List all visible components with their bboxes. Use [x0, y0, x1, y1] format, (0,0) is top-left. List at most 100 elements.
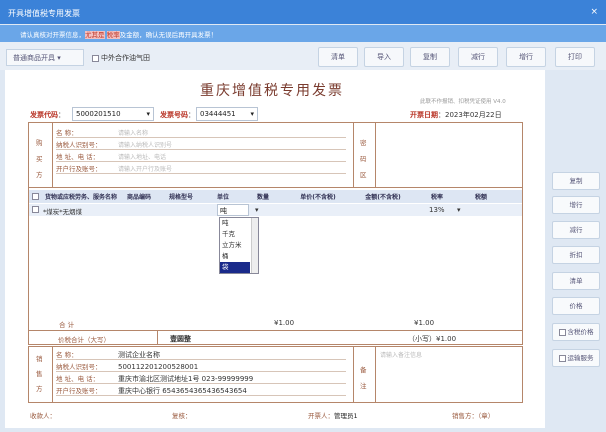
invoice-version: 此联不作报销、扣税凭证使用 V4.0	[420, 99, 506, 105]
invoice-code-group: 发票代码：	[30, 111, 65, 119]
info-bar: 请认真核对开票信息，尤其是 税率及金额，确认无误后再开具发票！	[0, 25, 606, 42]
transport-service-toggle[interactable]: 运输服务	[552, 349, 600, 367]
total-amount: ¥1.00	[274, 319, 295, 327]
seller-address: 重庆市渝北区测试地址1号 023-99999999	[118, 375, 254, 383]
col-name: 货物或应税劳务、服务名称	[44, 194, 117, 201]
code-label: 发票代码	[30, 111, 58, 119]
invoice-type-select[interactable]: 普通商品开具 ▾	[6, 49, 84, 66]
buyer-taxid-input[interactable]: 请输入纳税人识别号	[118, 142, 172, 149]
tax-rate-value[interactable]: 13%	[429, 206, 445, 214]
table-row[interactable]: *煤炭*无烟煤 吨 ▾ 13% ▾	[29, 204, 522, 216]
col-spec: 规格型号	[168, 194, 193, 201]
col-qty: 数量	[256, 194, 269, 201]
item-name[interactable]: *煤炭*无烟煤	[43, 206, 82, 216]
checkbox-label: 中外合作油气田	[101, 54, 150, 62]
number-label: 发票号码	[160, 111, 188, 119]
col-unit: 单位	[216, 194, 229, 201]
info-text-post: 及金额，确认无误后再开具发票！	[119, 31, 218, 39]
list-button[interactable]: 清单	[318, 47, 358, 67]
seller-fields: 名 称： 测试企业名称 纳税人识别号： 500112201200528001 地 址…	[56, 348, 346, 396]
seller-taxid-label: 纳税人识别号：	[56, 363, 102, 371]
buyer-name-input[interactable]: 请输入名称	[118, 130, 148, 137]
unit-select[interactable]: 吨	[217, 204, 249, 216]
checkbox-box[interactable]	[558, 354, 566, 362]
total-label: 合 计	[59, 321, 75, 329]
tax-inclusive-toggle[interactable]: 含税价格	[552, 323, 600, 341]
dropdown-scrollbar[interactable]	[251, 218, 258, 273]
close-icon[interactable]: ×	[590, 7, 598, 17]
sum-lower: （小写）¥1.00	[408, 335, 457, 343]
type-select-value: 普通商品开具	[13, 54, 55, 62]
chevron-down-icon[interactable]: ▾	[457, 206, 461, 214]
toolbar: 普通商品开具 ▾ 中外合作油气田 清单 导入 复制 减行 增行 打印	[0, 42, 606, 70]
total-tax: ¥1.00	[414, 319, 435, 327]
side-discount-button[interactable]: 折扣	[552, 246, 600, 264]
col-code: 商品编码	[126, 194, 151, 201]
col-rate: 税率	[430, 194, 443, 201]
seller-address-label: 地 址、电 话：	[56, 375, 100, 383]
col-amount: 金额(不含税)	[365, 194, 401, 201]
seller-taxid: 500112201200528001	[118, 363, 199, 371]
chevron-down-icon[interactable]: ▾	[255, 206, 259, 214]
seller-name-label: 名 称：	[56, 351, 78, 359]
info-text: 请认真核对开票信息，	[20, 31, 85, 39]
buyer-name-label: 名 称：	[56, 129, 78, 137]
invoice-number-input[interactable]: 03444451 ▾	[196, 107, 258, 121]
buyer-taxid-label: 纳税人识别号：	[56, 141, 102, 149]
seller-seal-label: 销售方：（章）	[452, 412, 495, 420]
info-highlight-rate: 税率	[106, 31, 120, 39]
transport-service-label: 运输服务	[567, 354, 594, 362]
delete-row-button[interactable]: 减行	[458, 47, 498, 67]
remark-label: 备注	[360, 366, 367, 390]
side-delete-row-button[interactable]: 减行	[552, 221, 600, 239]
number-value: 03444451	[200, 110, 236, 118]
code-value: 5000201510	[76, 110, 121, 118]
seller-side-label: 销售方	[36, 355, 43, 393]
buyer-address-input[interactable]: 请输入地址、电话	[118, 154, 166, 161]
buyer-side-label: 购买方	[36, 139, 43, 179]
checkbox-box[interactable]	[558, 328, 566, 336]
seller-bank-label: 开户行及账号：	[56, 387, 102, 395]
buyer-bank-label: 开户行及账号：	[56, 165, 102, 173]
invoice-title: 重庆增值税专用发票	[200, 83, 344, 99]
payee-label: 收款人：	[30, 412, 56, 420]
items-grid: 货物或应税劳务、服务名称 商品编码 规格型号 单位 数量 单价(不含税) 金额(…	[28, 188, 523, 330]
import-button[interactable]: 导入	[364, 47, 404, 67]
info-highlight: 尤其是	[85, 31, 105, 39]
window-title: 开具增值税专用发票	[0, 0, 606, 24]
col-price: 单价(不含税)	[300, 194, 336, 201]
seller-name: 测试企业名称	[118, 351, 160, 359]
tax-inclusive-label: 含税价格	[567, 328, 594, 336]
select-all-checkbox[interactable]	[32, 193, 39, 200]
sum-upper: 壹圆整	[170, 335, 191, 343]
side-list-button[interactable]: 清单	[552, 272, 600, 290]
add-row-button[interactable]: 增行	[506, 47, 546, 67]
reviewer-label: 复核：	[172, 412, 192, 420]
date-label: 开票日期	[410, 111, 438, 119]
unit-dropdown-list: 吨 千克 立方米 桶 袋	[219, 217, 259, 274]
sum-label: 价税合计（大写）	[58, 336, 110, 344]
remark-input[interactable]: 请输入备注信息	[380, 350, 422, 359]
side-add-row-button[interactable]: 增行	[552, 196, 600, 214]
grid-header: 货物或应税劳务、服务名称 商品编码 规格型号 单位 数量 单价(不含税) 金额(…	[29, 190, 522, 203]
chevron-down-icon: ▾	[250, 110, 254, 118]
invoice-code-input[interactable]: 5000201510 ▾	[72, 107, 154, 121]
side-price-button[interactable]: 价格	[552, 297, 600, 315]
buyer-address-label: 地 址、电 话：	[56, 153, 100, 161]
col-tax: 税额	[474, 194, 487, 201]
print-button[interactable]: 打印	[555, 47, 595, 67]
unit-option-selected[interactable]: 袋	[220, 262, 250, 273]
side-copy-button[interactable]: 复制	[552, 172, 600, 190]
buyer-bank-input[interactable]: 请输入开户行及账号	[118, 166, 172, 173]
drawer-name: 管理员1	[334, 412, 358, 420]
oilfield-checkbox[interactable]: 中外合作油气田	[92, 53, 150, 63]
buyer-fields: 名 称： 请输入名称 纳税人识别号： 请输入纳税人识别号 地 址、电 话： 请输入地址…	[56, 126, 346, 174]
row-checkbox[interactable]	[32, 206, 39, 213]
drawer-label: 开票人：	[308, 412, 334, 420]
invoice-date: 2023年02月22日	[445, 111, 502, 119]
cipher-area-label: 密码区	[360, 139, 367, 179]
unit-value: 吨	[220, 207, 227, 215]
chevron-down-icon: ▾	[146, 110, 150, 118]
checkbox-box[interactable]	[92, 54, 99, 62]
copy-button[interactable]: 复制	[410, 47, 450, 67]
